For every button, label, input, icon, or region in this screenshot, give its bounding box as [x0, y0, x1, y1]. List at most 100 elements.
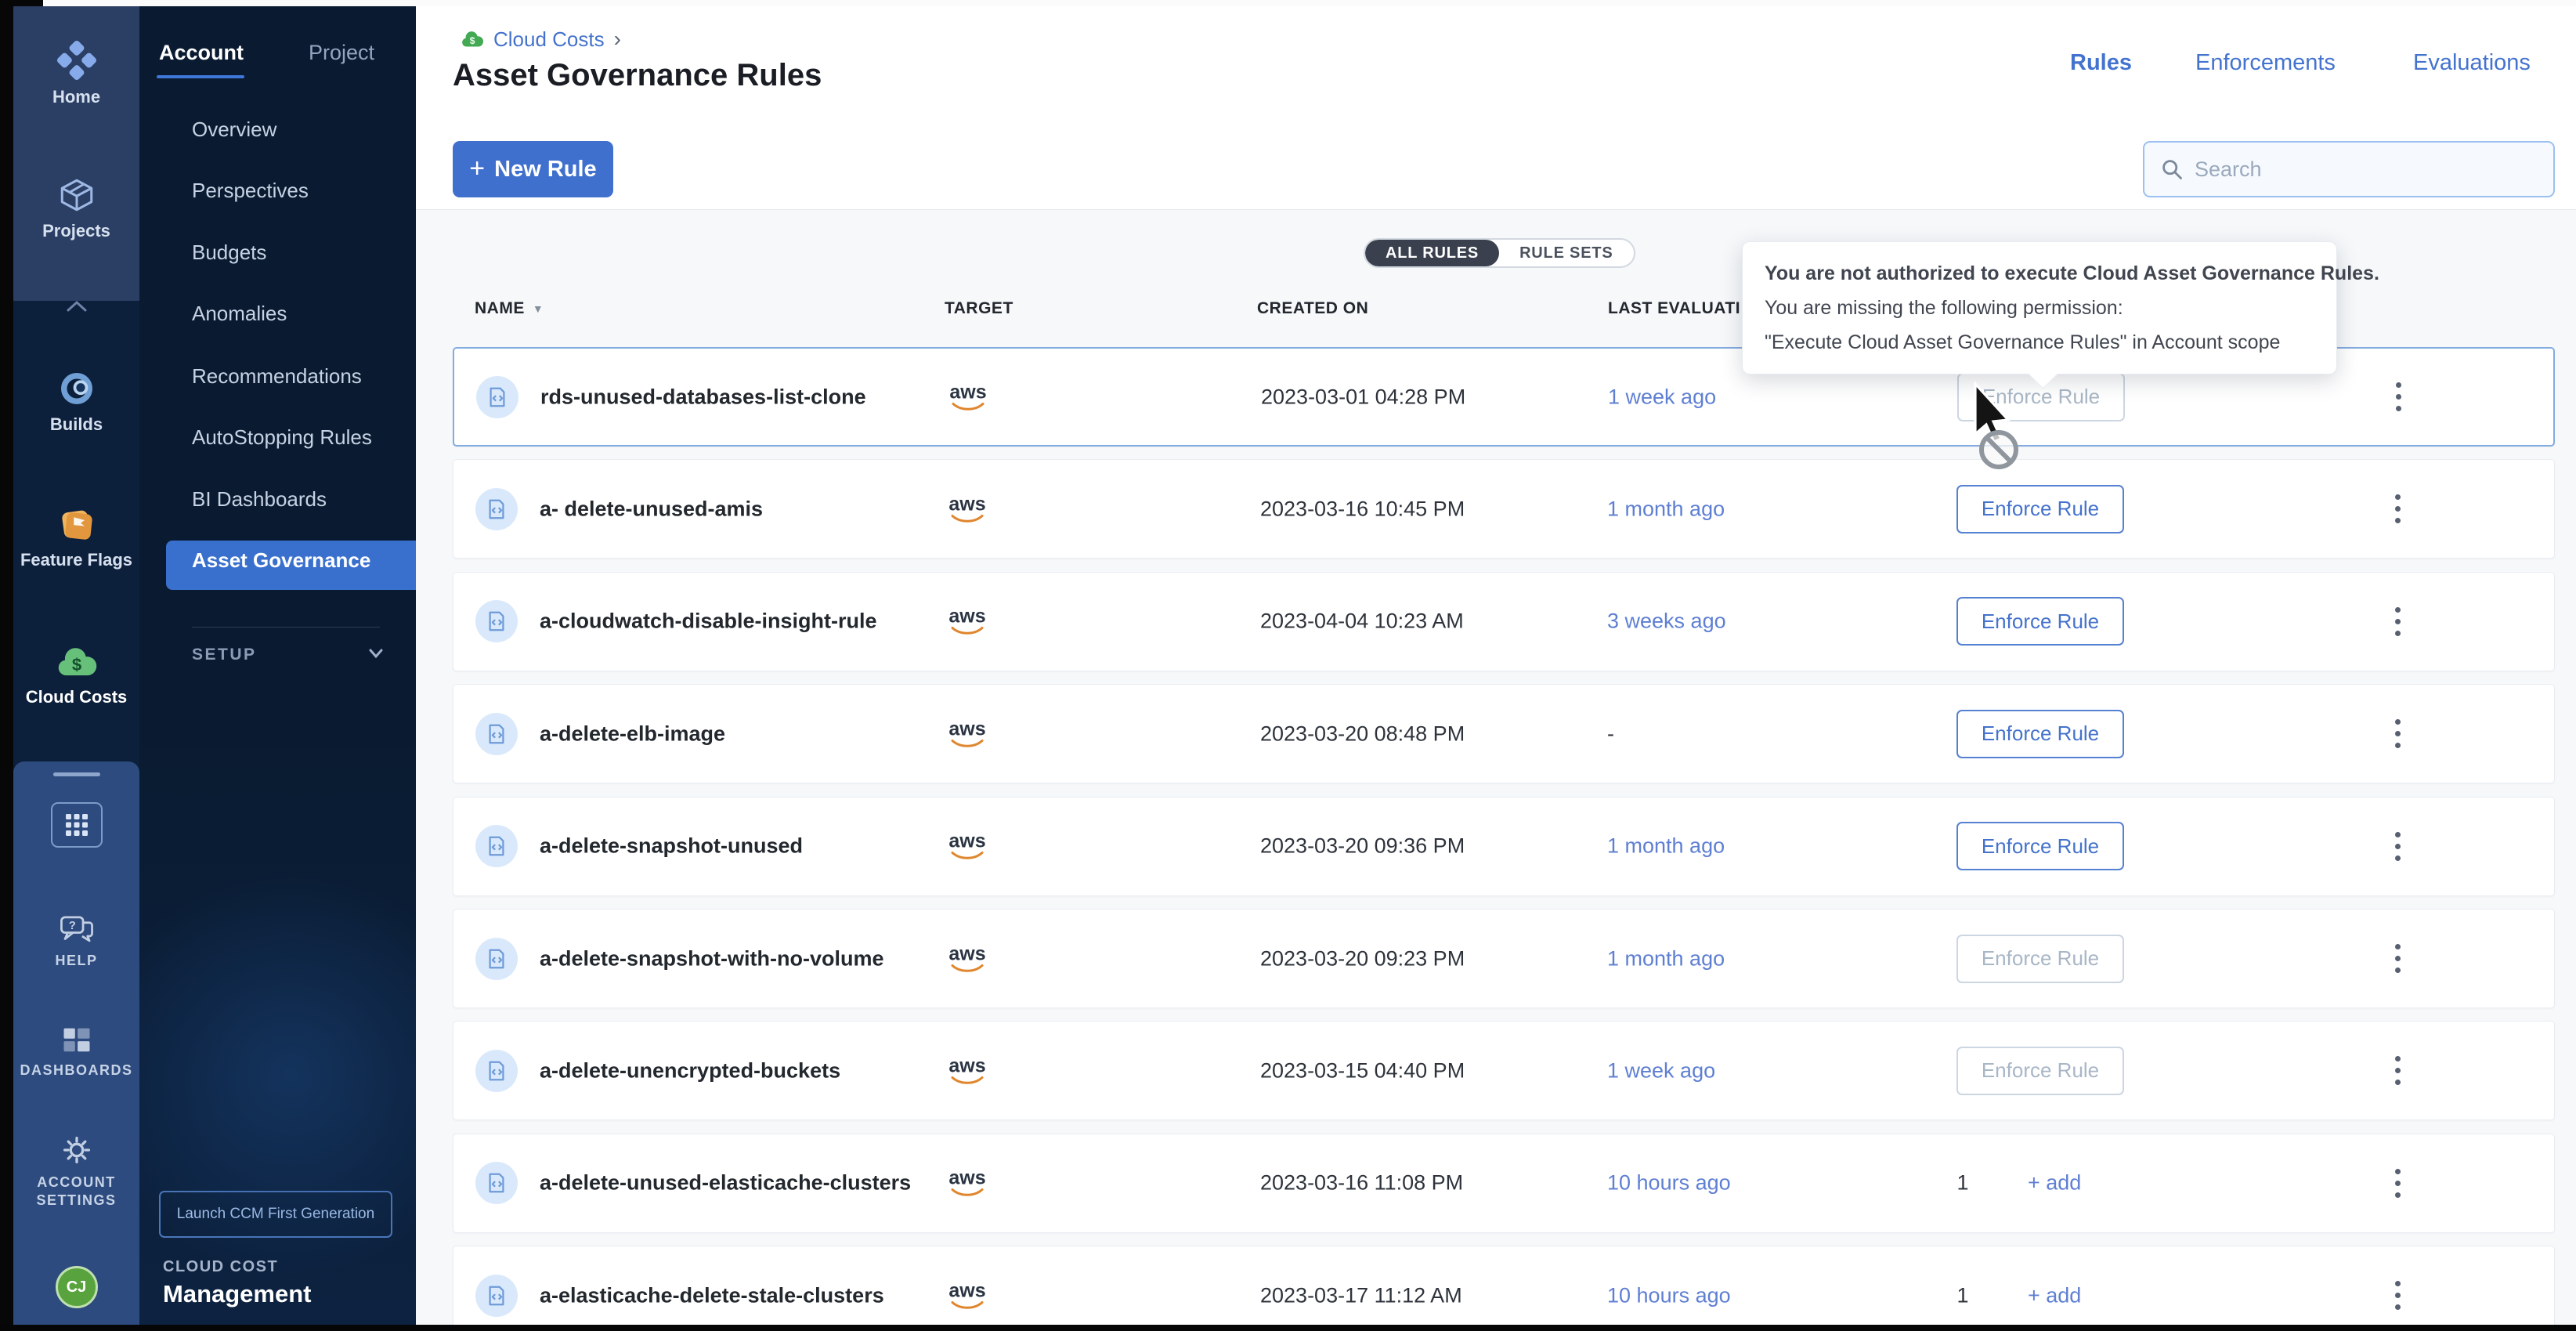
rail-label: Home: [13, 87, 139, 107]
tab-project[interactable]: Project: [309, 41, 374, 65]
aws-label: aws: [948, 494, 985, 514]
add-enforcement-link[interactable]: + add: [2028, 1283, 2081, 1307]
rule-icon: [475, 1275, 518, 1317]
sidebar-item-recommendations[interactable]: Recommendations: [192, 364, 362, 389]
kebab-menu-button[interactable]: [2382, 1160, 2413, 1206]
aws-label: aws: [949, 382, 986, 402]
rule-icon: [475, 600, 518, 642]
rule-name[interactable]: a-delete-unencrypted-buckets: [540, 1058, 840, 1083]
rule-name[interactable]: a-elasticache-delete-stale-clusters: [540, 1283, 884, 1307]
created-on-cell: 2023-03-16 11:08 PM: [1260, 1171, 1463, 1195]
created-on-cell: 2023-03-20 09:36 PM: [1260, 834, 1465, 859]
sidebar-item-overview[interactable]: Overview: [192, 118, 276, 142]
rule-name[interactable]: rds-unused-databases-list-clone: [540, 385, 866, 409]
sidebar-item-anomalies[interactable]: Anomalies: [192, 302, 287, 326]
rail-item-account-settings[interactable]: ACCOUNT SETTINGS: [13, 1133, 139, 1210]
last-evaluation-cell[interactable]: -: [1607, 722, 1614, 746]
launch-ccm-first-gen-button[interactable]: Launch CCM First Generation: [159, 1191, 392, 1238]
rail-item-projects[interactable]: Projects: [13, 175, 139, 241]
table-row[interactable]: a-delete-elb-image aws 2023-03-20 08:48 …: [453, 684, 2555, 783]
sidebar-item-perspectives[interactable]: Perspectives: [192, 179, 309, 203]
aws-smile-icon: [949, 627, 985, 636]
help-chat-icon: ?: [59, 913, 95, 946]
user-avatar[interactable]: CJ: [56, 1266, 98, 1308]
last-evaluation-cell[interactable]: 1 week ago: [1607, 1058, 1715, 1083]
table-row[interactable]: a- delete-unused-amis aws 2023-03-16 10:…: [453, 459, 2555, 559]
aws-target-icon: aws: [946, 382, 990, 411]
last-evaluation-cell[interactable]: 10 hours ago: [1607, 1171, 1731, 1195]
last-evaluation-cell[interactable]: 1 month ago: [1607, 497, 1725, 521]
rule-name[interactable]: a- delete-unused-amis: [540, 497, 763, 521]
setup-section-toggle[interactable]: SETUP: [192, 646, 388, 664]
kebab-menu-button[interactable]: [2382, 823, 2413, 869]
rail-item-home[interactable]: Home: [13, 40, 139, 107]
aws-smile-icon: [949, 739, 985, 748]
kebab-menu-button[interactable]: [2382, 486, 2413, 532]
rule-icon: [475, 938, 518, 980]
sidebar-item-asset-governance[interactable]: Asset Governance: [192, 548, 370, 573]
rail-item-cloud-costs[interactable]: $ Cloud Costs: [13, 643, 139, 707]
kebab-menu-button[interactable]: [2382, 1273, 2413, 1318]
panel-drag-handle[interactable]: [53, 772, 100, 776]
rule-name[interactable]: a-delete-snapshot-with-no-volume: [540, 946, 884, 971]
tab-account[interactable]: Account: [159, 41, 244, 65]
rule-name[interactable]: a-delete-snapshot-unused: [540, 834, 803, 859]
sidebar-divider: [192, 627, 380, 628]
builds-icon: [57, 369, 96, 408]
sidebar-item-budgets[interactable]: Budgets: [192, 241, 266, 265]
rail-collapse-button[interactable]: [13, 299, 139, 317]
kebab-menu-button[interactable]: [2382, 711, 2413, 757]
enforce-rule-button[interactable]: Enforce Rule: [1956, 710, 2124, 758]
module-apps-button[interactable]: [51, 802, 103, 848]
column-header-name[interactable]: NAME ▼: [475, 299, 544, 318]
feature-flags-icon: [57, 505, 96, 544]
enforce-rule-button[interactable]: Enforce Rule: [1956, 822, 2124, 870]
enforce-rule-button[interactable]: Enforce Rule: [1956, 935, 2124, 983]
nav-link-enforcements[interactable]: Enforcements: [2195, 50, 2336, 76]
toggle-rule-sets[interactable]: RULE SETS: [1499, 240, 1633, 266]
table-row[interactable]: a-delete-snapshot-with-no-volume aws 202…: [453, 909, 2555, 1008]
add-enforcement-link[interactable]: + add: [2028, 1171, 2081, 1195]
new-rule-button[interactable]: + New Rule: [453, 141, 613, 197]
sidebar-item-bi-dashboards[interactable]: BI Dashboards: [192, 487, 327, 512]
table-row[interactable]: a-cloudwatch-disable-insight-rule aws 20…: [453, 572, 2555, 671]
enforce-rule-button[interactable]: Enforce Rule: [1956, 485, 2124, 533]
enforce-rule-button[interactable]: Enforce Rule: [1956, 1047, 2124, 1095]
aws-label: aws: [948, 944, 985, 964]
rule-icon: [475, 1050, 518, 1092]
last-evaluation-cell[interactable]: 3 weeks ago: [1607, 609, 1726, 634]
rail-item-help[interactable]: ? HELP: [13, 913, 139, 969]
search-icon: [2160, 157, 2184, 181]
last-evaluation-cell[interactable]: 1 month ago: [1607, 946, 1725, 971]
nav-link-evaluations[interactable]: Evaluations: [2413, 50, 2531, 76]
kebab-menu-button[interactable]: [2383, 374, 2414, 420]
table-row[interactable]: a-elasticache-delete-stale-clusters aws …: [453, 1246, 2555, 1325]
rule-name[interactable]: a-delete-unused-elasticache-clusters: [540, 1171, 911, 1195]
last-evaluation-cell[interactable]: 1 week ago: [1608, 385, 1716, 409]
table-row[interactable]: a-delete-unencrypted-buckets aws 2023-03…: [453, 1021, 2555, 1120]
created-on-cell: 2023-03-17 11:12 AM: [1260, 1283, 1462, 1307]
kebab-menu-button[interactable]: [2382, 1048, 2413, 1094]
search-input[interactable]: [2195, 157, 2538, 182]
last-evaluation-cell[interactable]: 10 hours ago: [1607, 1283, 1731, 1307]
enforce-rule-button[interactable]: Enforce Rule: [1956, 597, 2124, 646]
rule-name[interactable]: a-cloudwatch-disable-insight-rule: [540, 609, 877, 634]
table-row[interactable]: a-delete-snapshot-unused aws 2023-03-20 …: [453, 797, 2555, 896]
module-sidebar: Account Project Overview Perspectives Budg…: [139, 6, 416, 1325]
created-on-cell: 2023-03-15 04:40 PM: [1260, 1058, 1465, 1083]
table-row[interactable]: a-delete-unused-elasticache-clusters aws…: [453, 1134, 2555, 1233]
rail-item-feature-flags[interactable]: Feature Flags: [13, 505, 139, 570]
nav-link-rules[interactable]: Rules: [2070, 50, 2132, 76]
tooltip-line: "Execute Cloud Asset Governance Rules" i…: [1765, 325, 2314, 360]
toggle-all-rules[interactable]: ALL RULES: [1365, 240, 1499, 266]
aws-smile-icon: [949, 964, 985, 973]
last-evaluation-cell[interactable]: 1 month ago: [1607, 834, 1725, 859]
kebab-menu-button[interactable]: [2382, 599, 2413, 644]
kebab-menu-button[interactable]: [2382, 936, 2413, 982]
breadcrumb-link[interactable]: Cloud Costs: [493, 27, 605, 52]
sidebar-item-autostopping-rules[interactable]: AutoStopping Rules: [192, 425, 372, 450]
rule-name[interactable]: a-delete-elb-image: [540, 722, 725, 746]
rule-icon: [475, 488, 518, 530]
rail-item-builds[interactable]: Builds: [13, 369, 139, 435]
rail-item-dashboards[interactable]: DASHBOARDS: [13, 1025, 139, 1079]
